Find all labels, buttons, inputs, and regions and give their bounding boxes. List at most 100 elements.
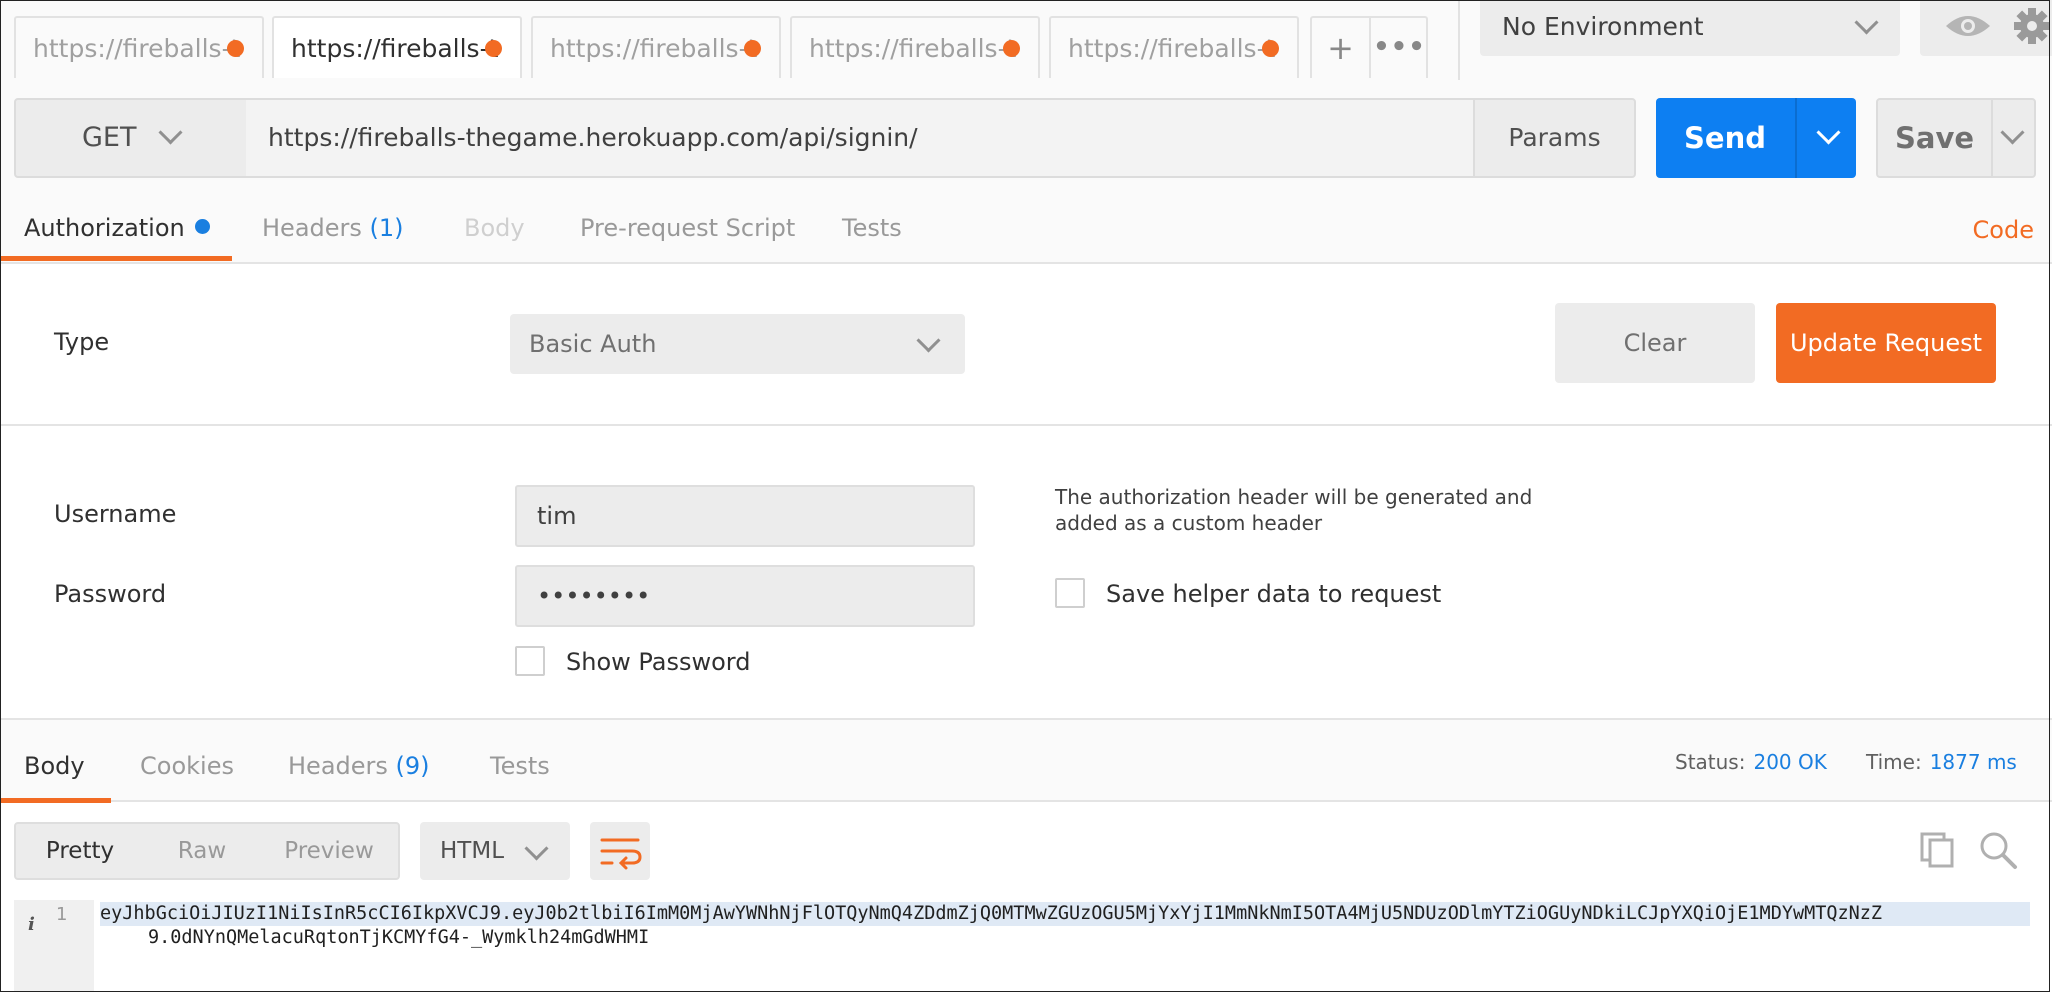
more-tabs-button[interactable]: •••: [1371, 18, 1428, 78]
save-helper-label: Save helper data to request: [1106, 580, 1442, 608]
method-value: GET: [82, 122, 137, 153]
divider: [1458, 0, 1460, 80]
request-tab-label: https://fireballs-t: [550, 34, 758, 63]
time-label: Time:: [1866, 750, 1922, 774]
status-readout: Status: 200 OK: [1675, 750, 1827, 774]
environment-value: No Environment: [1502, 12, 1704, 41]
request-tab-label: https://fireballs-t: [33, 34, 241, 63]
environment-select[interactable]: No Environment: [1480, 0, 1900, 56]
view-mode-toggle: Pretty Raw Preview: [14, 822, 400, 880]
request-tab-3[interactable]: https://fireballs-t: [531, 16, 781, 78]
tab-prerequest-script[interactable]: Pre-request Script: [580, 214, 795, 242]
url-value: https://fireballs-thegame.herokuapp.com/…: [268, 123, 918, 152]
line-gutter: i 1: [14, 900, 94, 992]
new-tab-button[interactable]: +: [1312, 18, 1369, 78]
request-tab-5[interactable]: https://fireballs-t: [1049, 16, 1299, 78]
clear-button[interactable]: Clear: [1555, 303, 1755, 383]
code-link[interactable]: Code: [1973, 216, 2034, 244]
request-tab-label: https://fireballs-t: [809, 34, 1017, 63]
time-readout: Time: 1877 ms: [1866, 750, 2017, 774]
auth-type-value: Basic Auth: [529, 330, 657, 358]
search-icon[interactable]: [1978, 830, 2018, 870]
gear-icon: [2014, 8, 2050, 44]
unsaved-dot-icon: [1262, 40, 1279, 57]
request-tab-label: https://fireballs-t: [1068, 34, 1276, 63]
line-number: 1: [56, 904, 68, 925]
request-tabs: Authorization Headers (1) Body Pre-reque…: [0, 200, 2052, 264]
copy-icon[interactable]: [1918, 830, 1958, 870]
auth-type-select[interactable]: Basic Auth: [510, 314, 965, 374]
code-line: eyJhbGciOiJIUzI1NiIsInR5cCI6IkpXVCJ9.eyJ…: [100, 902, 2030, 926]
send-button-label: Send: [1684, 121, 1766, 155]
divider: [0, 424, 2052, 426]
chevron-down-icon: [1854, 10, 1879, 35]
tab-actions: + •••: [1310, 16, 1428, 78]
response-headers-count: (9): [395, 752, 430, 780]
response-tab-cookies[interactable]: Cookies: [140, 752, 234, 780]
time-value: 1877 ms: [1929, 750, 2017, 774]
response-body-text: eyJhbGciOiJIUzI1NiIsInR5cCI6IkpXVCJ9.eyJ…: [100, 902, 2030, 950]
tab-body[interactable]: Body: [464, 214, 525, 242]
save-helper-checkbox[interactable]: [1055, 578, 1085, 608]
tab-label: Headers: [262, 214, 362, 242]
response-tabs: Body Cookies Headers (9) Tests Status: 20…: [0, 718, 2052, 803]
unsaved-dot-icon: [227, 40, 244, 57]
active-tab-indicator: [0, 256, 232, 261]
format-value: HTML: [440, 838, 505, 864]
settings-button[interactable]: [2002, 0, 2052, 56]
active-tab-indicator: [0, 798, 111, 803]
params-button[interactable]: Params: [1473, 98, 1636, 178]
info-icon: i: [28, 914, 35, 935]
unsaved-dot-icon: [744, 40, 761, 57]
unsaved-dot-icon: [1003, 40, 1020, 57]
url-input[interactable]: https://fireballs-thegame.herokuapp.com/…: [246, 98, 1476, 178]
code-line-wrapped: 9.0dNYnQMelacuRqtonTjKCMYfG4-_Wymklh24mG…: [148, 927, 650, 948]
show-password-checkbox[interactable]: [515, 646, 545, 676]
chevron-down-icon: [524, 836, 549, 861]
chevron-down-icon[interactable]: [1816, 120, 1841, 145]
status-value: 200 OK: [1753, 750, 1827, 774]
chevron-down-icon[interactable]: [2000, 120, 2025, 145]
view-mode-raw[interactable]: Raw: [144, 824, 260, 878]
tab-label: Authorization: [24, 214, 185, 242]
view-mode-preview[interactable]: Preview: [260, 824, 398, 878]
auth-hint-text: The authorization header will be generat…: [1055, 485, 1533, 535]
save-button-label: Save: [1894, 121, 1975, 155]
wrap-lines-icon: [600, 838, 642, 870]
active-dot-icon: [194, 219, 210, 234]
chevron-down-icon: [158, 120, 183, 145]
update-request-button[interactable]: Update Request: [1776, 303, 1996, 383]
response-tab-tests[interactable]: Tests: [490, 752, 550, 780]
tab-authorization[interactable]: Authorization: [24, 214, 210, 242]
send-button[interactable]: Send: [1656, 98, 1856, 178]
type-label: Type: [54, 328, 110, 356]
divider: [1795, 98, 1797, 178]
response-tab-body[interactable]: Body: [24, 752, 85, 780]
username-value: tim: [537, 502, 577, 530]
save-button[interactable]: Save: [1876, 98, 2036, 178]
request-tab-label: https://fireballs-t: [291, 34, 499, 63]
password-input[interactable]: ••••••••: [515, 565, 975, 627]
status-label: Status:: [1675, 750, 1746, 774]
request-tab-2[interactable]: https://fireballs-t: [272, 16, 522, 78]
request-tab-4[interactable]: https://fireballs-t: [790, 16, 1040, 78]
username-input[interactable]: tim: [515, 485, 975, 547]
response-tab-headers[interactable]: Headers (9): [288, 752, 430, 780]
method-select[interactable]: GET: [14, 98, 248, 178]
wrap-lines-button[interactable]: [590, 822, 650, 880]
username-label: Username: [54, 500, 177, 528]
response-format-select[interactable]: HTML: [420, 822, 570, 880]
request-tab-1[interactable]: https://fireballs-t: [14, 16, 264, 78]
tab-tests[interactable]: Tests: [842, 214, 902, 242]
chevron-down-icon: [916, 328, 941, 353]
divider: [1991, 100, 1993, 176]
headers-count: (1): [369, 214, 404, 242]
show-password-label: Show Password: [566, 648, 751, 676]
tab-label: Headers: [288, 752, 388, 780]
unsaved-dot-icon: [485, 40, 502, 57]
password-label: Password: [54, 580, 167, 608]
tab-headers[interactable]: Headers (1): [262, 214, 404, 242]
view-mode-pretty[interactable]: Pretty: [16, 824, 144, 878]
response-body-editor[interactable]: i 1 eyJhbGciOiJIUzI1NiIsInR5cCI6IkpXVCJ9…: [14, 900, 2036, 992]
password-value: ••••••••: [537, 582, 651, 610]
